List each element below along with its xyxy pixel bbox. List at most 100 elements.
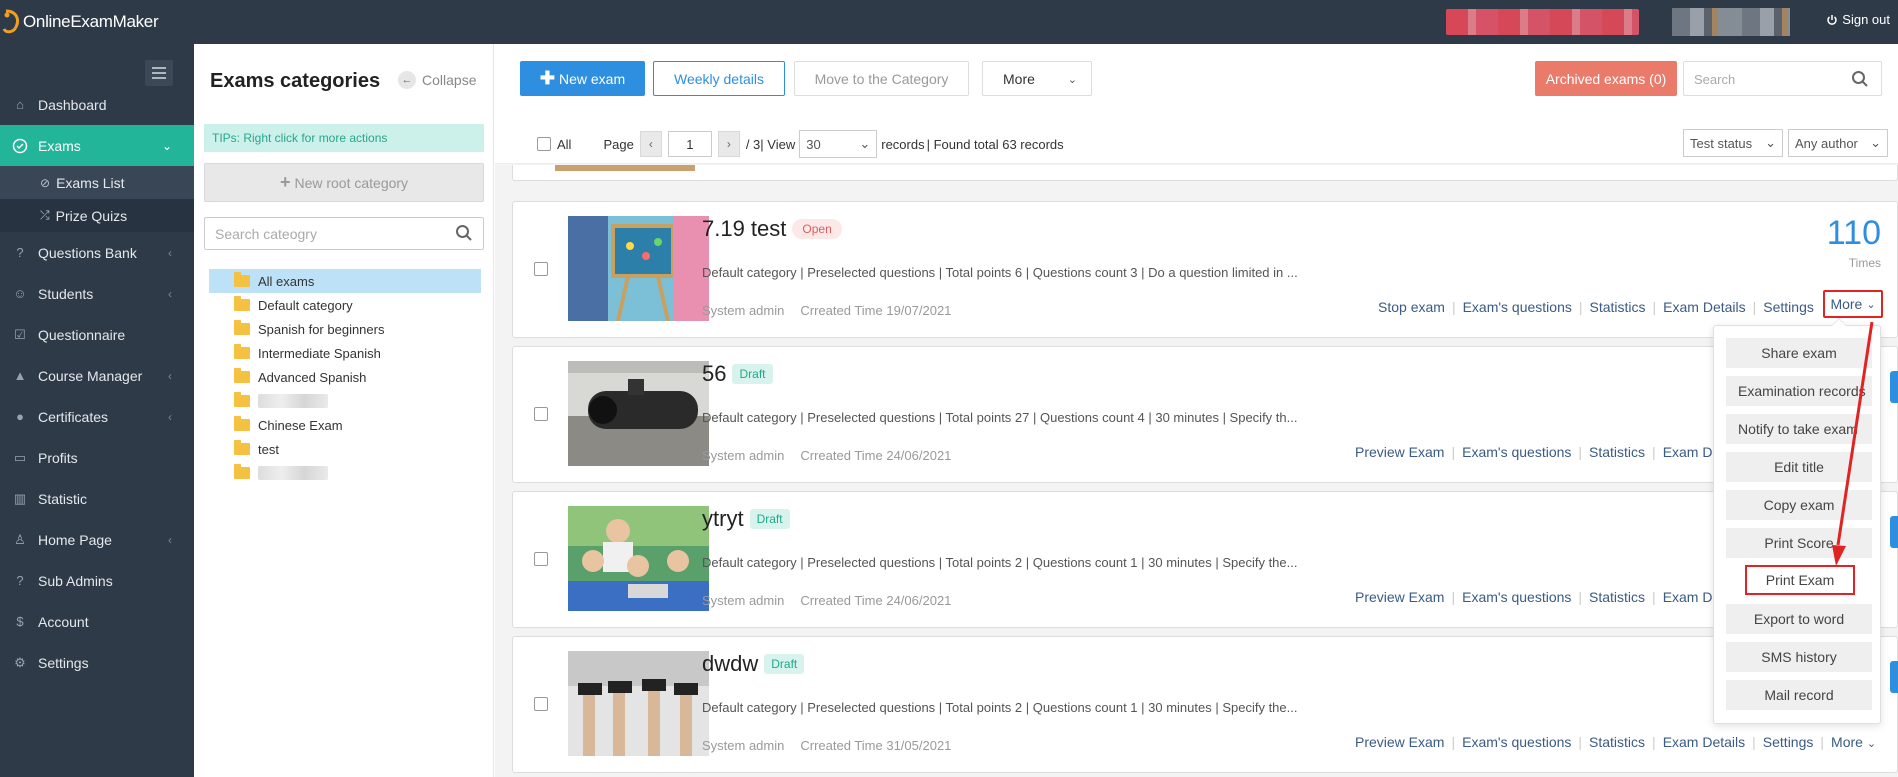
- signout-button[interactable]: Sign out: [1826, 12, 1890, 27]
- menu-item-export-to-word[interactable]: Export to word: [1726, 604, 1872, 634]
- exam-checkbox[interactable]: [534, 407, 548, 421]
- tree-node[interactable]: Spanish for beginners: [209, 317, 481, 341]
- menu-item-share-exam[interactable]: Share exam: [1726, 338, 1872, 368]
- sidebar-item-home-page[interactable]: ♙ Home Page ‹: [0, 519, 194, 560]
- menu-item-print-exam[interactable]: Print Exam: [1745, 565, 1855, 595]
- exam-actions: Preview Exam | Exam's questions | Statisti…: [1355, 589, 1720, 605]
- exam-title[interactable]: ytryt Draft: [702, 506, 790, 532]
- search-icon[interactable]: [1851, 70, 1869, 88]
- sidebar-item-settings[interactable]: ⚙ Settings: [0, 642, 194, 683]
- sidebar-item-questionnaire[interactable]: ☑ Questionnaire: [0, 314, 194, 355]
- publish-button[interactable]: [1890, 516, 1898, 548]
- exam-title[interactable]: 56 Draft: [702, 361, 773, 387]
- chevron-left-icon: ‹: [168, 245, 172, 260]
- exam-details-link[interactable]: Exam Details: [1663, 734, 1745, 750]
- tree-node[interactable]: Default category: [209, 293, 481, 317]
- menu-item-sms-history[interactable]: SMS history: [1726, 642, 1872, 672]
- prev-page-button[interactable]: ‹: [639, 131, 662, 157]
- exam-details-link[interactable]: Exam De: [1663, 589, 1721, 605]
- exam-questions-link[interactable]: Exam's questions: [1462, 589, 1571, 605]
- sidebar-item-course-manager[interactable]: ▲ Course Manager ‹: [0, 355, 194, 396]
- tree-node[interactable]: Intermediate Spanish: [209, 341, 481, 365]
- tree-node[interactable]: test: [209, 437, 481, 461]
- exam-details-link[interactable]: Exam De: [1663, 444, 1721, 460]
- category-search-input[interactable]: Search cateogry: [204, 217, 484, 250]
- publish-button[interactable]: [1890, 661, 1898, 693]
- sidebar-toggle-button[interactable]: [145, 60, 173, 86]
- exam-thumbnail[interactable]: [568, 361, 709, 466]
- sidebar-item-profits[interactable]: ▭ Profits: [0, 437, 194, 478]
- search-icon[interactable]: [455, 224, 473, 242]
- sidebar-item-exams[interactable]: Exams ⌄: [0, 125, 202, 166]
- exam-search-input[interactable]: Search: [1683, 61, 1882, 96]
- tree-node-all-exams[interactable]: All exams: [209, 269, 481, 293]
- exam-checkbox[interactable]: [534, 697, 548, 711]
- exam-more-link[interactable]: More ⌄: [1831, 734, 1876, 750]
- preview-exam-link[interactable]: Preview Exam: [1355, 734, 1444, 750]
- preview-exam-link[interactable]: Preview Exam: [1355, 444, 1444, 460]
- exam-more-button[interactable]: More ⌄: [1823, 290, 1883, 318]
- separator: |: [1820, 734, 1825, 750]
- test-status-select[interactable]: Test status ⌄: [1683, 129, 1783, 157]
- menu-item-notify-to-take-exam[interactable]: Notify to take exam: [1726, 414, 1872, 444]
- tree-node-redacted[interactable]: [209, 461, 481, 485]
- preview-exam-link[interactable]: Preview Exam: [1355, 589, 1444, 605]
- signout-label: Sign out: [1842, 12, 1890, 27]
- statistics-link[interactable]: Statistics: [1589, 444, 1645, 460]
- avatar[interactable]: [1672, 8, 1790, 36]
- sidebar-item-statistic[interactable]: ▥ Statistic: [0, 478, 194, 519]
- stop-exam-link[interactable]: Stop exam: [1378, 299, 1445, 315]
- exam-details-link[interactable]: Exam Details: [1663, 299, 1745, 315]
- publish-button[interactable]: [1890, 371, 1898, 403]
- per-page-select[interactable]: 30 ⌄: [799, 130, 878, 158]
- app-logo[interactable]: OnlineExamMaker: [0, 9, 159, 35]
- exam-card[interactable]: 56 Draft Default category | Preselected q…: [512, 346, 1898, 483]
- menu-item-mail-record[interactable]: Mail record: [1726, 680, 1872, 710]
- menu-item-edit-title[interactable]: Edit title: [1726, 452, 1872, 482]
- exam-checkbox[interactable]: [534, 552, 548, 566]
- sidebar-item-certificates[interactable]: ● Certificates ‹: [0, 396, 194, 437]
- statistics-link[interactable]: Statistics: [1589, 589, 1645, 605]
- statistics-link[interactable]: Statistics: [1589, 734, 1645, 750]
- exam-thumbnail[interactable]: [568, 651, 709, 756]
- exam-questions-link[interactable]: Exam's questions: [1462, 734, 1571, 750]
- next-page-button[interactable]: ›: [717, 131, 740, 157]
- tree-node[interactable]: Chinese Exam: [209, 413, 481, 437]
- exam-title[interactable]: dwdw Draft: [702, 651, 805, 677]
- move-to-category-button[interactable]: Move to the Category: [794, 61, 969, 96]
- sidebar-item-questions-bank[interactable]: ? Questions Bank ‹: [0, 232, 194, 273]
- exam-card[interactable]: ytryt Draft Default category | Preselecte…: [512, 491, 1898, 628]
- more-dropdown[interactable]: More ⌄: [982, 61, 1092, 96]
- new-exam-button[interactable]: ✚ New exam: [520, 61, 645, 96]
- settings-link[interactable]: Settings: [1763, 734, 1814, 750]
- exam-card[interactable]: 7.19 test Open Default category | Presele…: [512, 201, 1898, 338]
- sidebar-item-dashboard[interactable]: ⌂ Dashboard: [0, 84, 194, 125]
- new-root-category-button[interactable]: + New root category: [204, 163, 484, 202]
- separator: |: [1652, 444, 1656, 460]
- sidebar-item-sub-admins[interactable]: ? Sub Admins: [0, 560, 194, 601]
- menu-item-print-score[interactable]: Print Score: [1726, 528, 1872, 558]
- sidebar-item-students[interactable]: ☺ Students ‹: [0, 273, 194, 314]
- tree-node-redacted[interactable]: [209, 389, 481, 413]
- tree-node[interactable]: Advanced Spanish: [209, 365, 481, 389]
- menu-item-copy-exam[interactable]: Copy exam: [1726, 490, 1872, 520]
- statistics-link[interactable]: Statistics: [1590, 299, 1646, 315]
- exam-questions-link[interactable]: Exam's questions: [1462, 444, 1571, 460]
- sidebar-item-exams-list[interactable]: ⊘ Exams List: [0, 166, 194, 199]
- page-input[interactable]: 1: [667, 131, 712, 157]
- sidebar-item-account[interactable]: $ Account: [0, 601, 194, 642]
- settings-link[interactable]: Settings: [1763, 299, 1814, 315]
- select-all-checkbox[interactable]: [537, 137, 551, 151]
- exam-thumbnail[interactable]: [568, 506, 709, 611]
- collapse-button[interactable]: ← Collapse: [398, 71, 476, 89]
- sidebar-item-prize-quizs[interactable]: ⤮ Prize Quizs: [0, 199, 194, 232]
- exam-thumbnail[interactable]: [568, 216, 709, 321]
- exam-questions-link[interactable]: Exam's questions: [1463, 299, 1572, 315]
- exam-card[interactable]: dwdw Draft Default category | Preselected…: [512, 636, 1898, 773]
- weekly-details-button[interactable]: Weekly details: [653, 61, 785, 96]
- exam-title[interactable]: 7.19 test Open: [702, 216, 842, 242]
- exam-checkbox[interactable]: [534, 262, 548, 276]
- author-select[interactable]: Any author ⌄: [1788, 129, 1888, 157]
- menu-item-examination-records[interactable]: Examination records: [1726, 376, 1872, 406]
- archived-exams-button[interactable]: Archived exams (0): [1535, 61, 1677, 96]
